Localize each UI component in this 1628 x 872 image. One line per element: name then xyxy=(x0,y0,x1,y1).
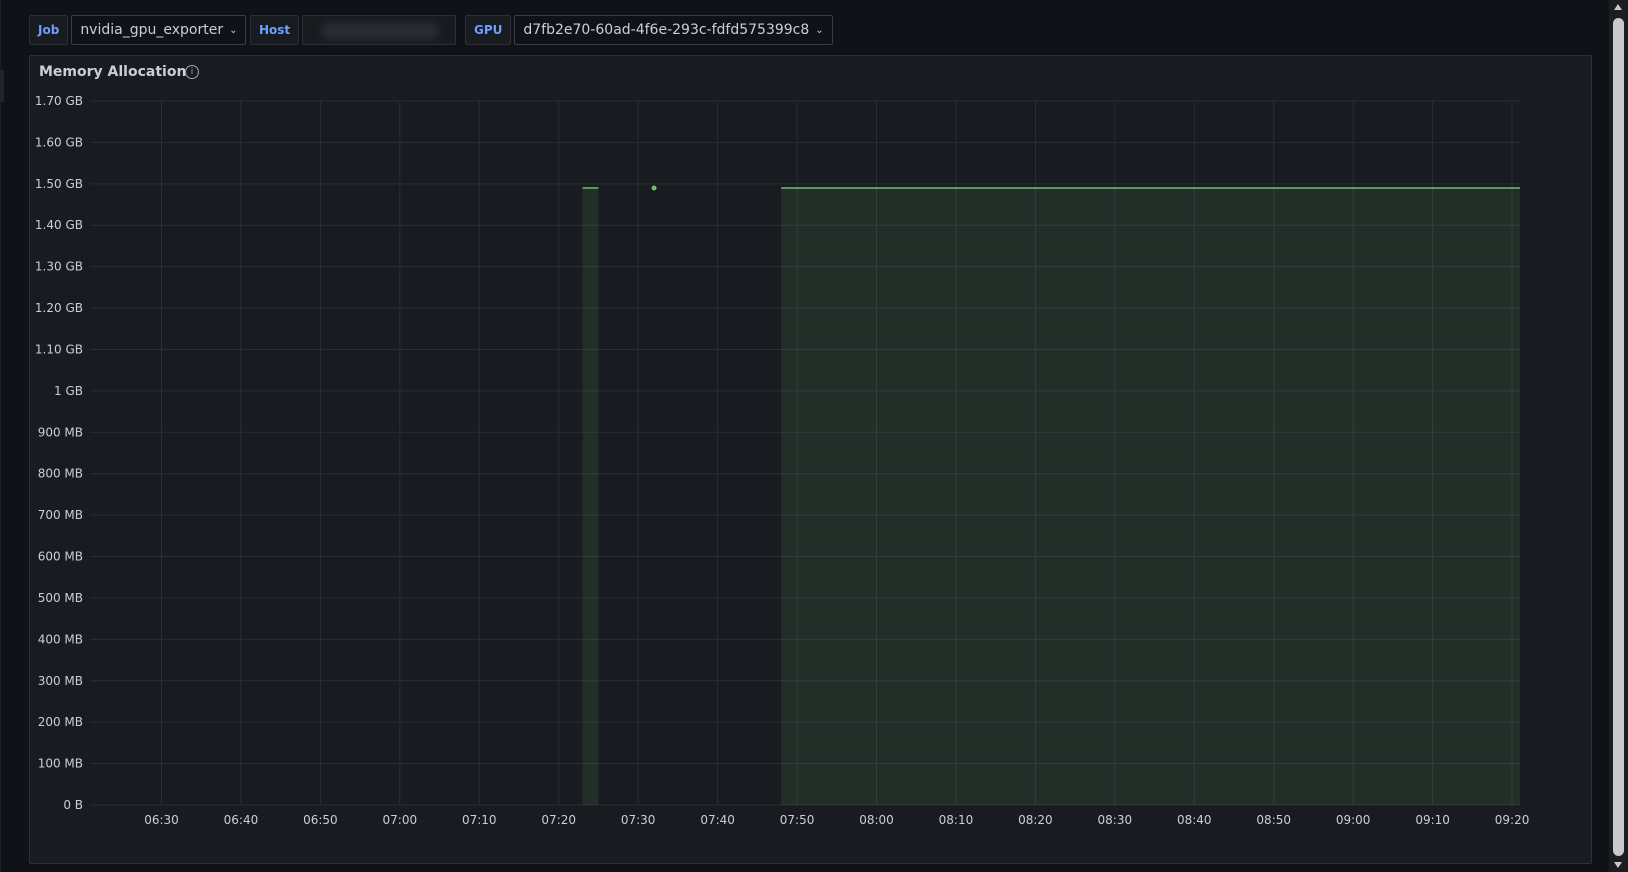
x-tick-label: 06:30 xyxy=(144,813,179,827)
memory-allocation-chart[interactable]: 0 B 100 MB 200 MB 300 MB 400 MB 500 MB 600 MB 7… xyxy=(30,56,1593,865)
x-tick-label: 06:50 xyxy=(303,813,338,827)
scrollbar-thumb[interactable] xyxy=(1613,18,1624,856)
job-select[interactable]: nvidia_gpu_exporter ⌄ xyxy=(71,15,247,45)
variable-label-host: Host xyxy=(250,15,300,45)
left-edge xyxy=(0,0,1,872)
gpu-select-value: d7fb2e70-60ad-4f6e-293c-fdfd575399c8 xyxy=(523,22,810,38)
collapsed-side-tab[interactable] xyxy=(0,70,4,102)
x-tick-label: 07:10 xyxy=(462,813,497,827)
y-tick-label: 0 B xyxy=(63,798,83,812)
page-scrollbar[interactable] xyxy=(1609,0,1628,872)
y-tick-label: 200 MB xyxy=(38,715,83,729)
x-tick-label: 09:10 xyxy=(1415,813,1450,827)
y-tick-label: 1 GB xyxy=(54,384,83,398)
x-tick-label: 08:50 xyxy=(1256,813,1291,827)
variable-host: Host xyxy=(250,15,457,47)
x-tick-label: 08:40 xyxy=(1177,813,1212,827)
scroll-up-icon[interactable] xyxy=(1614,4,1622,10)
x-tick-label: 09:00 xyxy=(1336,813,1371,827)
y-tick-label: 600 MB xyxy=(38,550,83,564)
y-tick-label: 1.40 GB xyxy=(35,218,83,232)
x-tick-label: 07:30 xyxy=(621,813,656,827)
y-tick-label: 1.60 GB xyxy=(35,135,83,149)
x-tick-label: 08:30 xyxy=(1098,813,1133,827)
variable-gpu: GPU d7fb2e70-60ad-4f6e-293c-fdfd575399c8… xyxy=(465,15,833,47)
x-tick-label: 06:40 xyxy=(224,813,259,827)
chevron-down-icon: ⌄ xyxy=(229,24,238,36)
y-tick-label: 1.30 GB xyxy=(35,260,83,274)
y-tick-label: 1.50 GB xyxy=(35,177,83,191)
job-select-value: nvidia_gpu_exporter xyxy=(80,22,224,38)
x-tick-label: 08:10 xyxy=(939,813,974,827)
memory-allocation-panel: Memory Allocation i 0 B 100 MB 200 MB 300 M… xyxy=(29,55,1592,864)
variable-label-gpu: GPU xyxy=(465,15,512,45)
scroll-down-icon[interactable] xyxy=(1614,862,1622,868)
chevron-down-icon: ⌄ xyxy=(815,24,824,36)
y-tick-label: 300 MB xyxy=(38,674,83,688)
y-tick-label: 100 MB xyxy=(38,757,83,771)
variable-job: Job nvidia_gpu_exporter ⌄ xyxy=(29,15,247,47)
y-tick-label: 700 MB xyxy=(38,508,83,522)
variable-label-job: Job xyxy=(29,15,69,45)
host-value-redacted xyxy=(321,23,440,39)
series-area xyxy=(582,187,599,805)
y-tick-label: 900 MB xyxy=(38,425,83,439)
x-tick-label: 08:00 xyxy=(859,813,894,827)
series-area xyxy=(781,187,790,805)
y-tick-label: 1.70 GB xyxy=(35,94,83,108)
x-tick-label: 07:40 xyxy=(700,813,735,827)
series-point xyxy=(651,185,657,191)
x-tick-label: 08:20 xyxy=(1018,813,1053,827)
y-tick-label: 1.10 GB xyxy=(35,342,83,356)
series-area xyxy=(789,187,1520,805)
x-tick-label: 07:20 xyxy=(541,813,576,827)
host-select[interactable] xyxy=(302,15,457,45)
y-tick-label: 1.20 GB xyxy=(35,301,83,315)
y-tick-label: 500 MB xyxy=(38,591,83,605)
x-tick-label: 07:00 xyxy=(383,813,418,827)
y-tick-label: 800 MB xyxy=(38,467,83,481)
y-tick-label: 400 MB xyxy=(38,632,83,646)
gpu-select[interactable]: d7fb2e70-60ad-4f6e-293c-fdfd575399c8 ⌄ xyxy=(514,15,833,45)
x-tick-label: 07:50 xyxy=(780,813,815,827)
x-tick-label: 09:20 xyxy=(1495,813,1530,827)
